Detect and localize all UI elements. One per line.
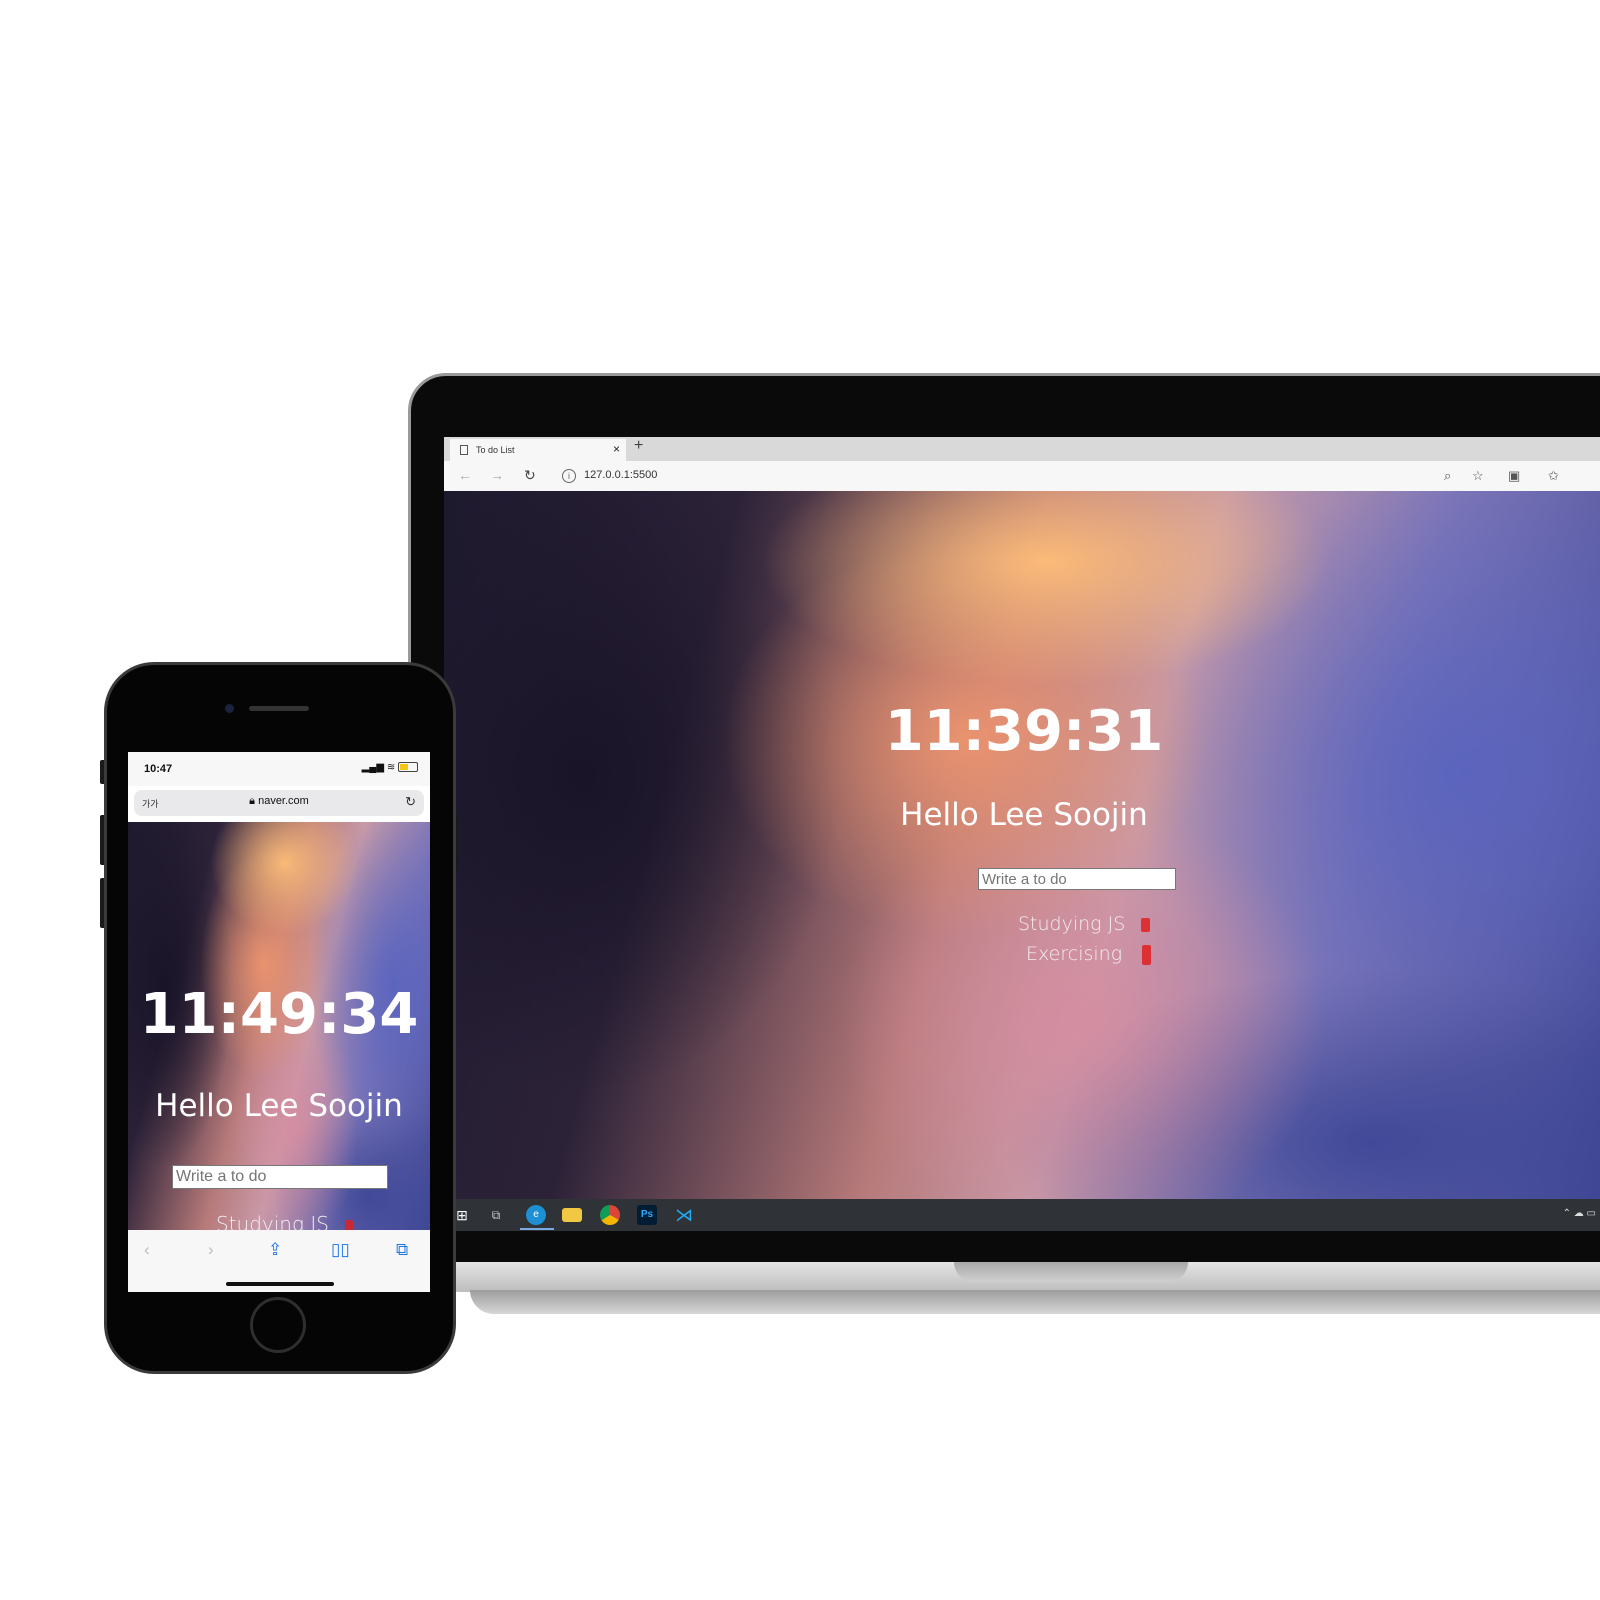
forward-icon[interactable]: › xyxy=(208,1240,214,1260)
laptop-screen: To do List × + ← → ↻ i 127.0.0.1:5500 ⌕ … xyxy=(444,437,1600,1231)
task-view-icon[interactable]: ⧉ xyxy=(486,1205,506,1225)
info-icon[interactable]: i xyxy=(562,469,576,483)
wifi-icon: ≋ xyxy=(386,762,396,773)
mobile-url[interactable]: naver.com xyxy=(258,795,309,807)
laptop-base-bottom xyxy=(470,1290,1600,1314)
tab-close-button[interactable]: × xyxy=(613,442,620,456)
phone-camera xyxy=(225,704,234,713)
safari-toolbar: ‹ › ⇪ ▯▯ ⧉ xyxy=(128,1230,430,1292)
address-bar: ← → ↻ i 127.0.0.1:5500 ⌕ ☆ ▣ ✩ xyxy=(444,461,1600,492)
url-text[interactable]: 127.0.0.1:5500 xyxy=(584,469,657,481)
home-indicator xyxy=(226,1282,334,1286)
mobile-todo-input[interactable] xyxy=(172,1165,388,1189)
mobile-greeting: Hello Lee Soojin xyxy=(155,1088,403,1124)
forward-icon[interactable]: → xyxy=(490,467,504,483)
status-icons: ▂▄▆ ≋ xyxy=(362,762,418,773)
status-bar: 10:47 ▂▄▆ ≋ xyxy=(128,752,430,786)
collections-icon[interactable]: ▣ xyxy=(1508,468,1520,484)
edge-icon[interactable]: e xyxy=(526,1205,546,1225)
system-tray[interactable]: ⌃ ☁ ▭ xyxy=(1563,1208,1596,1219)
todo-item: Exercising xyxy=(1026,943,1152,965)
mobile-address-bar[interactable]: 가가 🔒︎ naver.com ↻ xyxy=(134,790,424,816)
active-indicator xyxy=(520,1228,554,1230)
browser-tab-bar: To do List × + xyxy=(444,437,1600,461)
file-explorer-icon[interactable] xyxy=(562,1208,582,1222)
favorite-add-icon[interactable]: ☆ xyxy=(1472,468,1484,484)
bookmarks-icon[interactable]: ▯▯ xyxy=(331,1240,350,1260)
browser-tab[interactable]: To do List × xyxy=(450,439,626,461)
favorites-icon[interactable]: ✩ xyxy=(1548,468,1559,484)
status-time: 10:47 xyxy=(144,763,173,775)
chrome-icon[interactable] xyxy=(600,1205,620,1225)
refresh-icon[interactable]: ↻ xyxy=(524,467,536,484)
phone-screen: 10:47 ▂▄▆ ≋ 가가 🔒︎ naver.com ↻ 11:49:34 H… xyxy=(128,752,430,1292)
wallpaper: 11:39:31 Hello Lee Soojin Studying JS Ex… xyxy=(444,491,1600,1199)
back-icon[interactable]: ‹ xyxy=(144,1240,150,1260)
clock: 11:39:31 xyxy=(884,699,1164,764)
mobile-wallpaper: 11:49:34 Hello Lee Soojin Studying JS xyxy=(128,822,430,1236)
phone-home-button xyxy=(250,1297,306,1353)
zoom-icon[interactable]: ⌕ xyxy=(1444,468,1451,484)
lock-icon: 🔒︎ xyxy=(249,795,256,807)
todo-text: Exercising xyxy=(1026,943,1123,965)
new-tab-button[interactable]: + xyxy=(634,437,643,455)
page-icon xyxy=(460,445,468,455)
taskbar: ⊞ ⧉ e Ps ⋊ ⌃ ☁ ▭ xyxy=(444,1199,1600,1231)
todo-text: Studying JS xyxy=(1018,913,1126,935)
tab-title: To do List xyxy=(476,445,515,455)
share-icon[interactable]: ⇪ xyxy=(268,1240,282,1260)
trash-icon[interactable] xyxy=(1142,944,1152,965)
photoshop-icon[interactable]: Ps xyxy=(637,1205,657,1225)
tabs-icon[interactable]: ⧉ xyxy=(396,1240,408,1260)
laptop-notch xyxy=(954,1262,1188,1282)
back-icon[interactable]: ← xyxy=(458,467,472,483)
phone-speaker xyxy=(249,706,309,711)
vscode-icon[interactable]: ⋊ xyxy=(674,1205,694,1225)
greeting: Hello Lee Soojin xyxy=(900,797,1148,833)
todo-input[interactable] xyxy=(978,868,1176,890)
mobile-clock: 11:49:34 xyxy=(139,982,419,1047)
trash-icon[interactable] xyxy=(1141,917,1151,932)
battery-icon xyxy=(398,762,418,773)
reload-icon[interactable]: ↻ xyxy=(405,794,416,810)
todo-item: Studying JS xyxy=(1018,913,1151,935)
signal-icon: ▂▄▆ xyxy=(361,762,385,773)
